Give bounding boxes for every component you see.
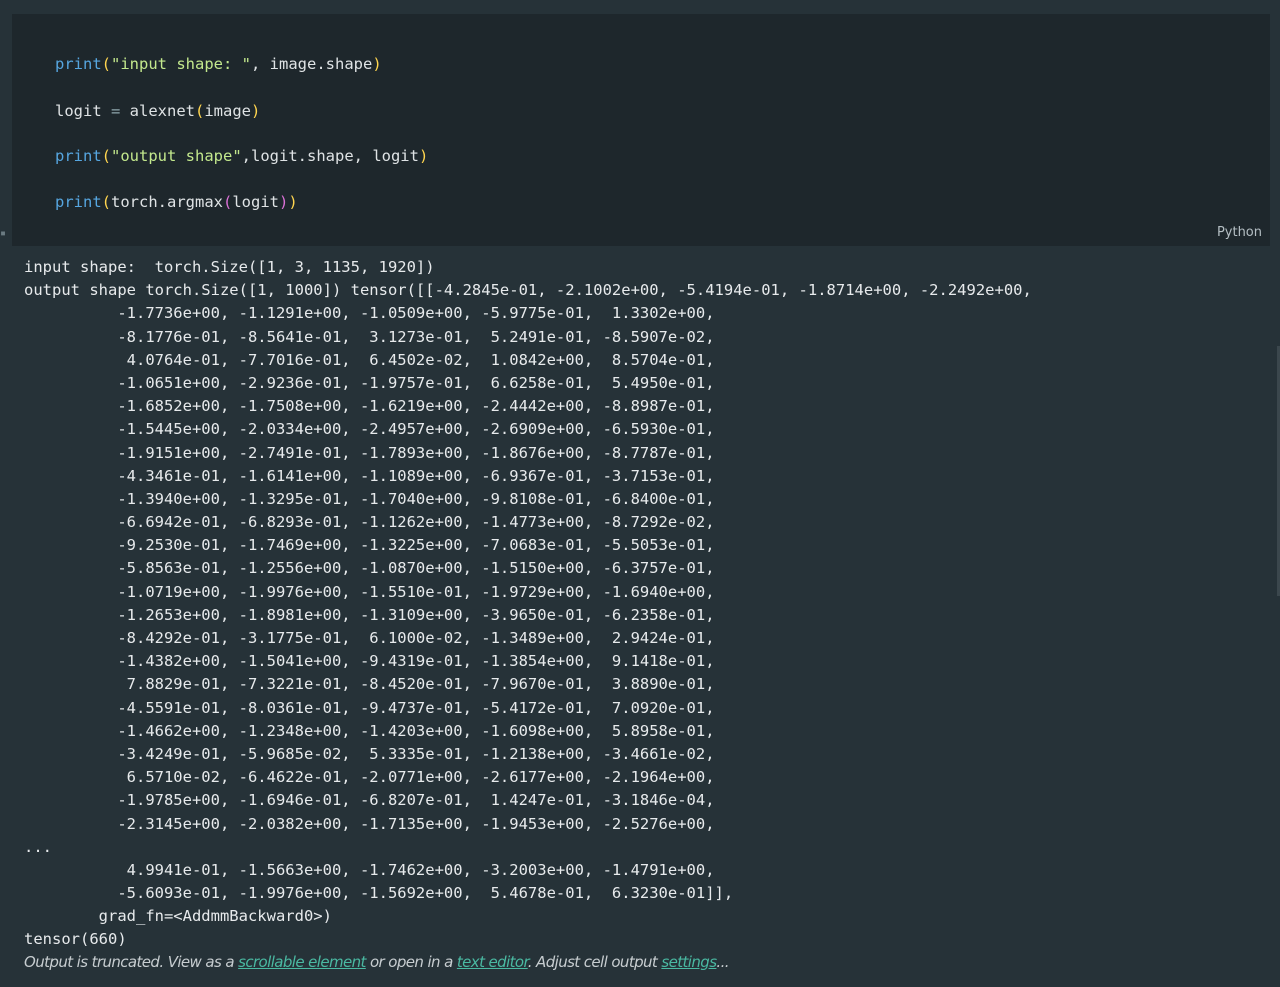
output-line: -2.3145e+00, -2.0382e+00, -1.7135e+00, -… — [24, 814, 715, 833]
truncation-text-middle2: . Adjust cell output — [527, 953, 662, 971]
code-token: ) — [288, 193, 298, 211]
code-editor[interactable]: Python print("input shape: ", image.shap… — [12, 14, 1270, 246]
code-token: ( — [223, 193, 233, 211]
code-token: ( — [101, 147, 112, 165]
cell-output: input shape: torch.Size([1, 3, 1135, 192… — [24, 256, 1032, 952]
code-token: image — [204, 102, 252, 120]
output-line: output shape torch.Size([1, 1000]) tenso… — [24, 281, 1032, 300]
output-line: -4.3461e-01, -1.6141e+00, -1.1089e+00, -… — [24, 466, 715, 485]
output-line: -1.3940e+00, -1.3295e-01, -1.7040e+00, -… — [24, 489, 715, 508]
code-line: logit = alexnet(image) — [55, 101, 260, 121]
output-line: input shape: torch.Size([1, 3, 1135, 192… — [24, 258, 435, 276]
code-token: torch.argmax — [111, 193, 223, 211]
output-line: -9.2530e-01, -1.7469e+00, -1.3225e+00, -… — [24, 536, 715, 555]
output-line: grad_fn=<AddmmBackward0>) — [24, 907, 332, 926]
truncation-text-prefix: Output is truncated. View as a — [24, 953, 239, 971]
code-token: print — [55, 147, 102, 165]
code-token: logit — [232, 193, 280, 211]
code-token: ( — [101, 193, 112, 211]
code-token: "input shape: " — [111, 55, 251, 73]
scrollable-element-link[interactable]: scrollable element — [238, 953, 366, 971]
output-line: -1.0651e+00, -2.9236e-01, -1.9757e-01, 6… — [24, 373, 715, 392]
code-token: "output shape" — [111, 147, 242, 165]
code-token: , image.shape — [251, 55, 373, 73]
output-line: 7.8829e-01, -7.3221e-01, -8.4520e-01, -7… — [24, 675, 715, 694]
settings-link[interactable]: settings — [661, 953, 717, 971]
code-token: = — [111, 102, 121, 120]
output-line: -5.6093e-01, -1.9976e+00, -1.5692e+00, 5… — [24, 884, 734, 903]
output-line: 4.9941e-01, -1.5663e+00, -1.7462e+00, -3… — [24, 860, 715, 879]
code-token: print — [55, 55, 102, 73]
code-line: print(torch.argmax(logit)) — [55, 192, 298, 212]
output-line: -8.4292e-01, -3.1775e-01, 6.1000e-02, -1… — [24, 629, 715, 647]
code-token: ) — [251, 102, 261, 120]
truncation-notice: Output is truncated. View as a scrollabl… — [24, 953, 730, 971]
output-line: 4.0764e-01, -7.7016e-01, 6.4502e-02, 1.0… — [24, 350, 715, 369]
language-label[interactable]: Python — [1217, 225, 1262, 240]
output-line: -1.4382e+00, -1.5041e+00, -9.4319e-01, -… — [24, 652, 715, 671]
output-line: -4.5591e-01, -8.0361e-01, -9.4737e-01, -… — [24, 698, 715, 717]
truncation-text-suffix: ... — [716, 953, 729, 971]
output-line: -6.6942e-01, -6.8293e-01, -1.1262e+00, -… — [24, 513, 715, 532]
output-line: -1.7736e+00, -1.1291e+00, -1.0509e+00, -… — [24, 304, 715, 323]
output-line: -1.6852e+00, -1.7508e+00, -1.6219e+00, -… — [24, 397, 715, 416]
code-token: ,logit.shape, logit — [241, 147, 419, 165]
code-token: print — [55, 193, 102, 211]
code-token: ( — [101, 55, 112, 73]
output-line: 6.5710e-02, -6.4622e-01, -2.0771e+00, -2… — [24, 768, 715, 787]
output-line: -1.9151e+00, -2.7491e-01, -1.7893e+00, -… — [24, 443, 715, 462]
output-line: -1.4662e+00, -1.2348e+00, -1.4203e+00, -… — [24, 721, 715, 740]
code-line: print("input shape: ", image.shape) — [55, 54, 382, 74]
truncation-text-middle: or open in a — [365, 953, 457, 971]
code-token: ) — [279, 193, 289, 211]
output-line: tensor(660) — [24, 930, 127, 949]
code-token: ) — [418, 147, 429, 165]
output-line: -8.1776e-01, -8.5641e-01, 3.1273e-01, 5.… — [24, 327, 715, 346]
output-line: -1.0719e+00, -1.9976e+00, -1.5510e-01, -… — [24, 582, 715, 601]
text-editor-link[interactable]: text editor — [457, 953, 528, 971]
code-token: alexnet — [120, 102, 195, 120]
output-line: -3.4249e-01, -5.9685e-02, 5.3335e-01, -1… — [24, 744, 715, 763]
output-line: -5.8563e-01, -1.2556e+00, -1.0870e+00, -… — [24, 559, 715, 578]
output-line: -1.2653e+00, -1.8981e+00, -1.3109e+00, -… — [24, 605, 715, 624]
code-token: ( — [195, 102, 205, 120]
notebook-cell: Python print("input shape: ", image.shap… — [0, 0, 1280, 987]
output-line: ... — [24, 837, 52, 856]
cell-gutter-marker: ▪ — [0, 228, 7, 239]
code-token: ) — [372, 55, 382, 73]
code-token: logit — [55, 102, 111, 120]
code-line: print("output shape",logit.shape, logit) — [55, 146, 428, 166]
output-line: -1.9785e+00, -1.6946e-01, -6.8207e-01, 1… — [24, 791, 715, 810]
output-line: -1.5445e+00, -2.0334e+00, -2.4957e+00, -… — [24, 420, 715, 439]
